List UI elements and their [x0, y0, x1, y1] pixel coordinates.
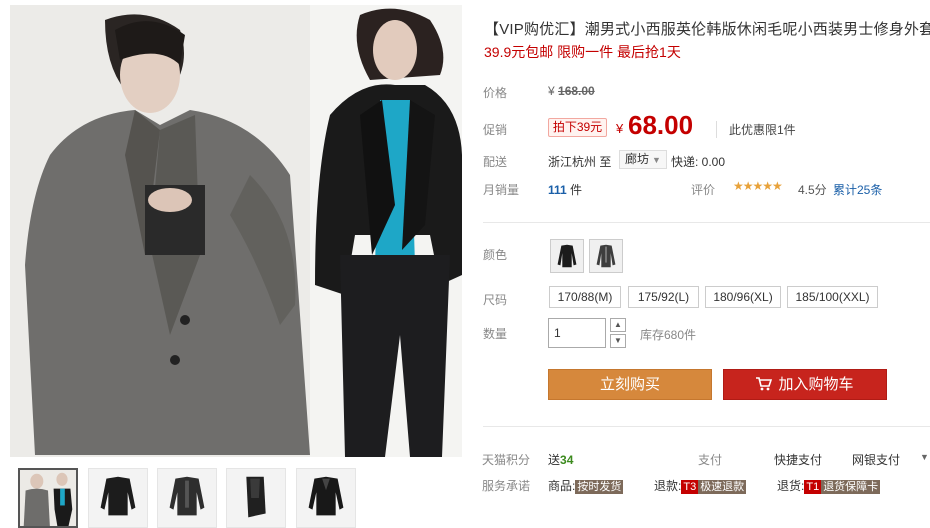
thumbnail-image: [297, 469, 355, 527]
price-label: 价格: [483, 86, 508, 100]
tmall-points: 送34: [548, 451, 573, 468]
service-item-label: 退款:: [654, 479, 682, 493]
service-badge: 极速退款: [698, 480, 747, 494]
service-item-label: 退货:: [777, 479, 805, 493]
review-count-link[interactable]: 累计25条: [833, 181, 882, 198]
quantity-input[interactable]: [548, 318, 606, 348]
divider: [483, 222, 930, 223]
thumbnail-3[interactable]: [157, 468, 217, 528]
promo-limit-note: 此优惠限1件: [716, 121, 796, 138]
thumbnail-2[interactable]: [88, 468, 148, 528]
points-value: 34: [560, 453, 574, 467]
monthly-sales: 111 件: [548, 181, 582, 198]
size-option[interactable]: 180/96(XL): [705, 286, 781, 308]
service-item-refund: 退款: T3 极速退款: [654, 477, 747, 494]
thumbnail-image: [227, 469, 285, 527]
color-label: 颜色: [483, 248, 508, 262]
express-fee: 快递: 0.00: [671, 155, 726, 169]
service-item-shipping: 商品: 按时发货: [548, 477, 624, 494]
size-label: 尺码: [483, 293, 508, 307]
service-badge-code: T3: [681, 480, 699, 494]
original-price: ¥ 168.00: [548, 84, 595, 98]
promo-tag: 拍下39元: [548, 118, 607, 137]
chevron-down-icon: ▼: [652, 155, 661, 165]
thumbnail-image: [158, 469, 216, 527]
rating-label: 评价: [691, 183, 716, 197]
rating-score: 4.5分: [798, 183, 827, 197]
color-swatch-black[interactable]: [550, 239, 584, 273]
ship-destination-dropdown[interactable]: 廊坊 ▼: [619, 150, 667, 169]
thumbnail-4[interactable]: [226, 468, 286, 528]
size-option[interactable]: 185/100(XXL): [787, 286, 878, 308]
monthly-sales-count: 111: [548, 183, 567, 197]
ship-from: 浙江杭州 至: [548, 155, 612, 169]
chevron-down-icon[interactable]: ▼: [920, 452, 929, 462]
service-badge: 按时发货: [575, 480, 624, 494]
current-price: 68.00: [628, 110, 694, 140]
service-item-return: 退货: T1 退货保障卡: [777, 477, 881, 494]
divider: [483, 426, 930, 427]
points-prefix: 送: [548, 453, 561, 467]
color-swatch-gray[interactable]: [589, 239, 623, 273]
size-option[interactable]: 170/88(M): [549, 286, 621, 308]
service-badge: 退货保障卡: [821, 480, 881, 494]
add-to-cart-label: 加入购物车: [778, 376, 854, 393]
service-badge-code: T1: [804, 480, 822, 494]
original-price-value: 168.00: [558, 84, 595, 98]
ship-destination-value: 廊坊: [625, 152, 650, 166]
buy-now-button[interactable]: 立刻购买: [548, 369, 712, 400]
thumbnail-5[interactable]: [296, 468, 356, 528]
shipping-label: 配送: [483, 155, 508, 169]
size-option[interactable]: 175/92(L): [628, 286, 699, 308]
promo-label: 促销: [483, 123, 508, 137]
thumbnail-strip: [18, 468, 478, 528]
product-photo-illustration: [10, 5, 462, 457]
tmall-points-label: 天猫积分: [482, 453, 531, 467]
jacket-icon: [551, 240, 583, 272]
product-title: 【VIP购优汇】潮男式小西服英伦韩版休闲毛呢小西装男士修身外套: [484, 21, 930, 38]
currency-symbol: ¥: [548, 84, 555, 98]
chevron-down-icon[interactable]: ▼: [610, 334, 626, 348]
quantity-label: 数量: [483, 327, 508, 341]
jacket-icon: [590, 240, 622, 272]
payment-label: 支付: [698, 453, 723, 467]
shopping-cart-icon: [756, 376, 773, 390]
thumbnail-image: [89, 469, 147, 527]
chevron-up-icon[interactable]: ▲: [610, 318, 626, 332]
stock-count: 库存680件: [640, 328, 697, 342]
current-currency-symbol: ¥: [616, 121, 624, 136]
payment-method: 快捷支付: [774, 453, 823, 467]
add-to-cart-button[interactable]: 加入购物车: [723, 369, 887, 400]
thumbnail-image: [20, 470, 76, 526]
star-rating-icon: ★★★★★: [733, 179, 783, 193]
monthly-sales-unit: 件: [566, 183, 583, 197]
thumbnail-1[interactable]: [18, 468, 78, 528]
service-label: 服务承诺: [482, 479, 531, 493]
main-product-photo[interactable]: [10, 5, 462, 457]
product-subtitle: 39.9元包邮 限购一件 最后抢1天: [484, 44, 681, 60]
payment-method: 网银支付: [852, 453, 901, 467]
monthly-sales-label: 月销量: [483, 183, 520, 197]
service-item-label: 商品:: [548, 479, 576, 493]
